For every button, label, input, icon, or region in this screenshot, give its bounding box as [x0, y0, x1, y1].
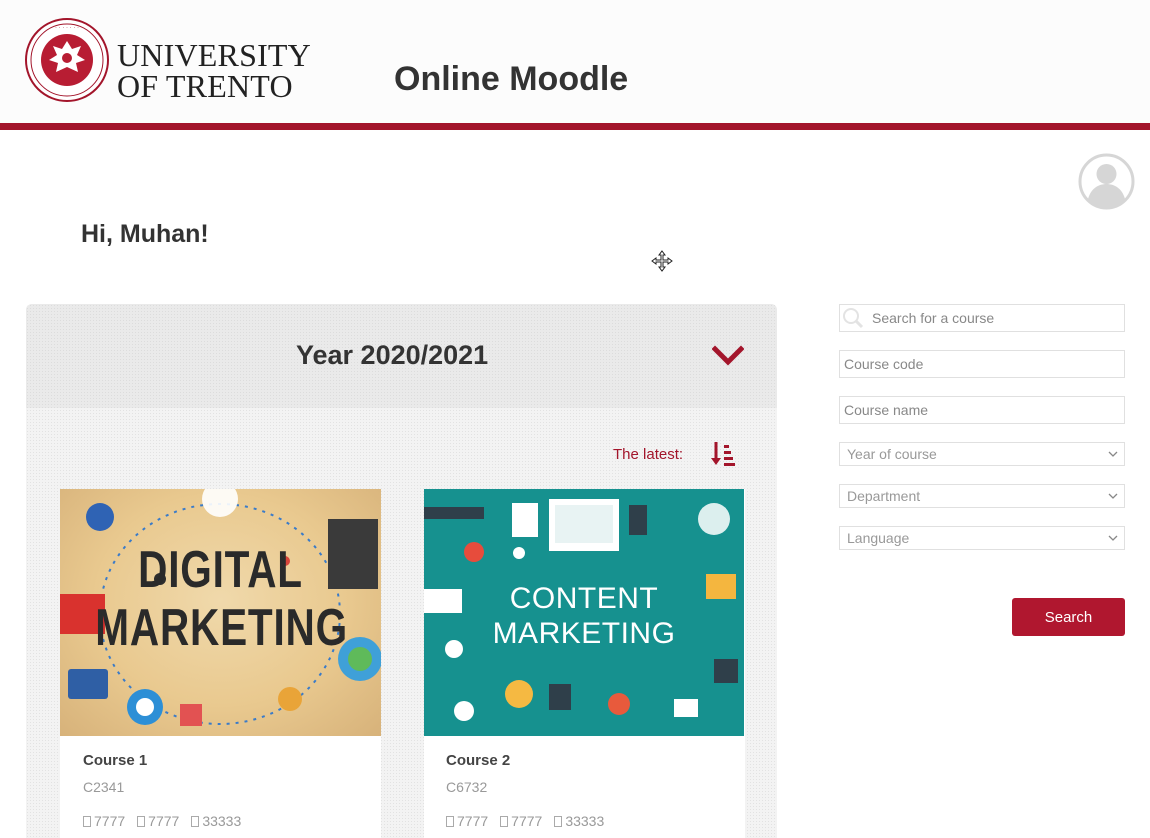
department-value: Department	[847, 488, 921, 504]
course-code: C2341	[83, 779, 125, 795]
user-avatar-icon[interactable]	[1078, 153, 1135, 210]
course-image-caption: CONTENT MARKETING	[424, 581, 744, 651]
chevron-down-icon[interactable]	[712, 345, 744, 367]
stat-icon	[446, 815, 454, 827]
course-code-input[interactable]: Course code	[839, 350, 1125, 378]
language-value: Language	[847, 530, 910, 546]
chevron-down-icon	[1108, 493, 1118, 499]
header-divider	[0, 123, 1150, 130]
university-name-line2: OF TRENTO	[117, 68, 293, 104]
university-name: UNIVERSITY OF TRENTO	[117, 37, 311, 104]
course-card[interactable]: DIGITAL MARKETING Course 1 C2341 7777 77…	[60, 489, 381, 838]
stat-icon	[191, 815, 200, 827]
language-select[interactable]: Language	[839, 526, 1125, 550]
course-image-caption-line2: MARKETING	[492, 617, 676, 650]
stat-icon	[83, 815, 91, 827]
course-stat-value: 7777	[511, 813, 543, 829]
greeting-text: Hi, Muhan!	[81, 220, 209, 248]
course-stat-value: 7777	[94, 813, 126, 829]
course-name-input[interactable]: Course name	[839, 396, 1125, 424]
course-image-caption-line2: MARKETING	[95, 599, 348, 657]
sort-descending-icon[interactable]	[710, 440, 736, 468]
department-select[interactable]: Department	[839, 484, 1125, 508]
course-stat-value: 33333	[565, 813, 605, 829]
course-image-caption: DIGITAL MARKETING	[95, 541, 348, 657]
search-icon	[843, 308, 864, 329]
course-stat-value: 7777	[457, 813, 489, 829]
chevron-down-icon	[1108, 451, 1118, 457]
course-stats: 7777 7777 33333	[83, 813, 241, 829]
course-image-caption-line1: DIGITAL	[138, 541, 303, 599]
university-name-line1: UNIVERSITY	[117, 37, 311, 73]
course-stats: 7777 7777 33333	[446, 813, 604, 829]
course-search-input[interactable]: Search for a course	[839, 304, 1125, 332]
university-seal-logo[interactable]: · · · · · · ·	[24, 17, 110, 103]
year-of-course-select[interactable]: Year of course	[839, 442, 1125, 466]
course-stat-value: 33333	[202, 813, 242, 829]
course-stat: 7777	[137, 813, 179, 829]
course-card[interactable]: CONTENT MARKETING Course 2 C6732 7777 77…	[424, 489, 745, 838]
year-of-course-value: Year of course	[847, 446, 937, 462]
course-name[interactable]: Course 1	[83, 752, 147, 769]
move-cursor-icon	[651, 250, 673, 272]
course-thumbnail[interactable]: CONTENT MARKETING	[424, 489, 744, 736]
search-button[interactable]: Search	[1012, 598, 1125, 636]
course-stat: 33333	[554, 813, 604, 829]
course-image-caption-line1: CONTENT	[509, 582, 659, 615]
course-name-placeholder: Course name	[844, 402, 929, 418]
chevron-down-icon	[1108, 535, 1118, 541]
course-stat: 7777	[446, 813, 488, 829]
course-stat: 7777	[500, 813, 542, 829]
stat-icon	[500, 815, 509, 827]
course-code-placeholder: Course code	[844, 356, 924, 372]
svg-text:· · · · · · ·: · · · · · · ·	[55, 25, 79, 31]
course-search-placeholder: Search for a course	[872, 310, 995, 326]
sort-label: The latest:	[613, 446, 684, 463]
course-stat-value: 7777	[148, 813, 180, 829]
stat-icon	[137, 815, 146, 827]
page-title: Online Moodle	[394, 60, 629, 98]
course-stat: 33333	[191, 813, 241, 829]
course-name[interactable]: Course 2	[446, 752, 510, 769]
course-code: C6732	[446, 779, 488, 795]
year-title: Year 2020/2021	[296, 340, 489, 370]
course-stat: 7777	[83, 813, 125, 829]
stat-icon	[554, 815, 563, 827]
course-thumbnail[interactable]: DIGITAL MARKETING	[60, 489, 381, 736]
